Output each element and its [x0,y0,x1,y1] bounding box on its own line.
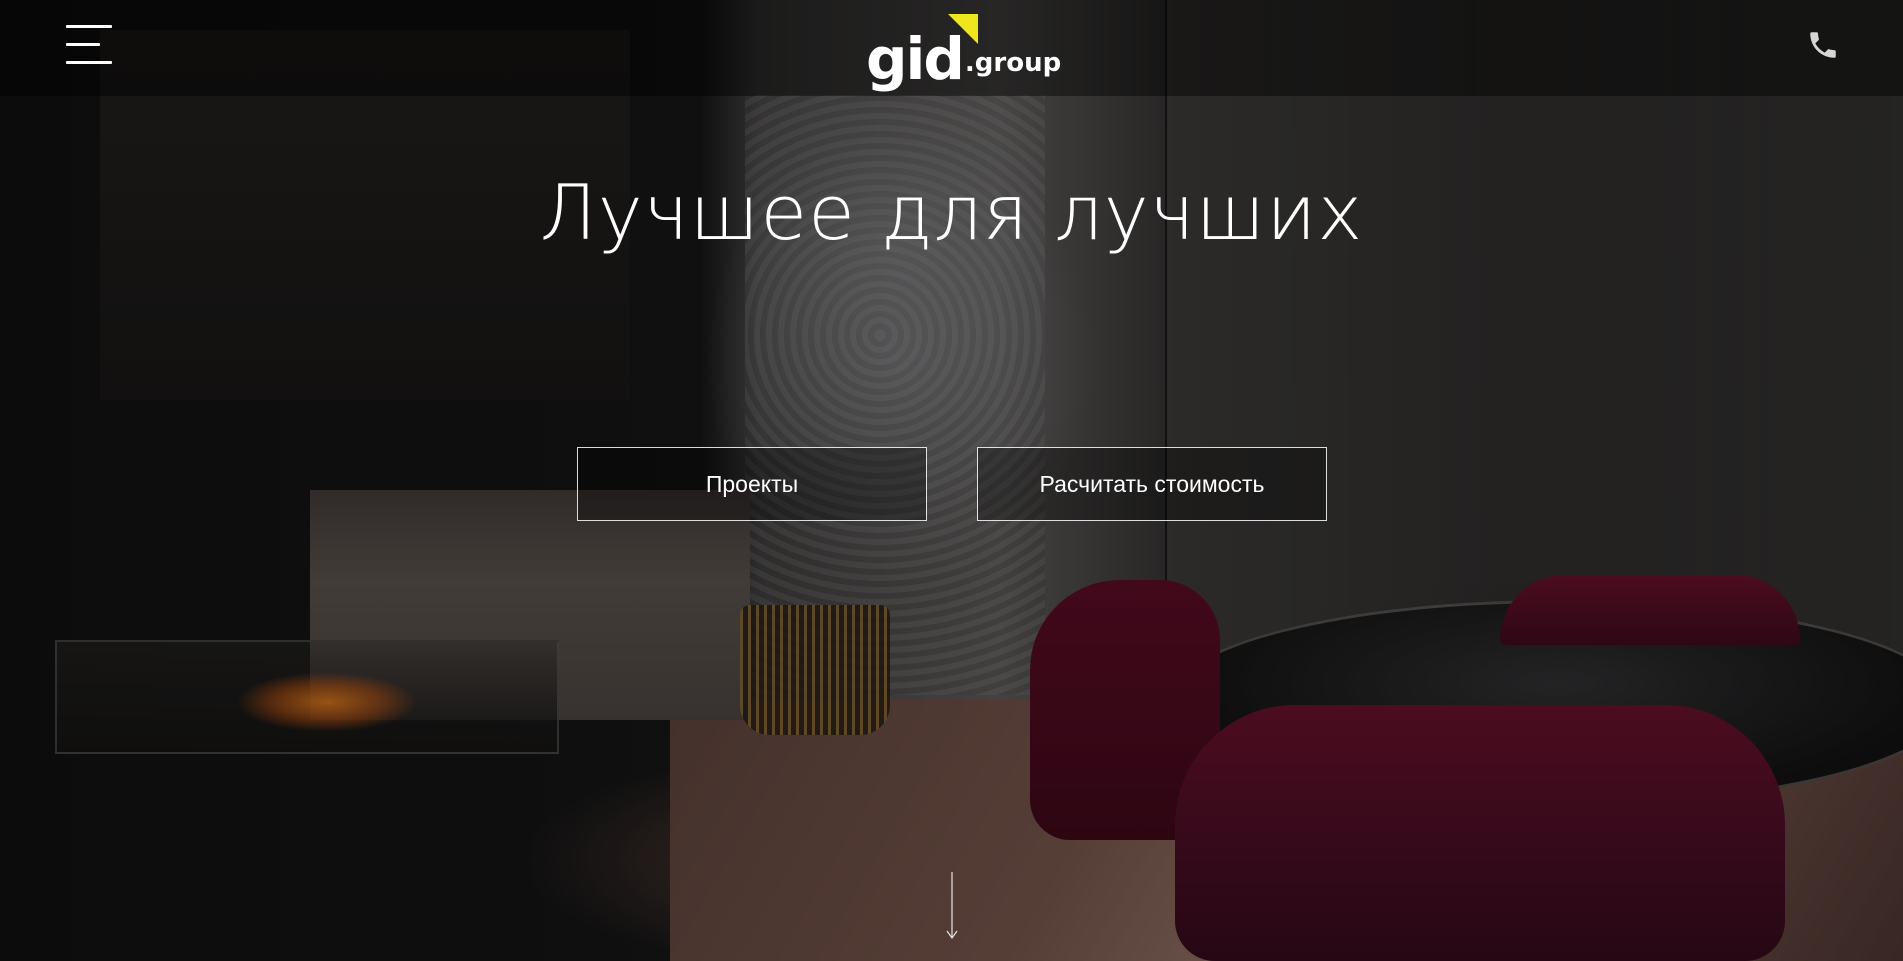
menu-line [66,43,100,46]
menu-line [66,25,112,28]
site-logo[interactable]: gid .group [866,14,1061,94]
hero-section: gid .group Лучшее для лучших Проекты Рас… [0,0,1903,961]
dark-overlay [0,0,1903,961]
phone-icon[interactable] [1806,28,1840,62]
logo-accent-icon [948,14,978,44]
hamburger-menu-icon[interactable] [66,24,112,66]
calculate-cost-button[interactable]: Расчитать стоимость [977,447,1327,521]
phone-icon-svg [1810,32,1836,58]
logo-suffix: .group [964,48,1062,78]
menu-line [66,61,112,64]
hero-title: Лучшее для лучших [539,168,1364,257]
arrow-down-icon[interactable] [944,872,960,940]
arrow-down-icon-svg [946,872,958,940]
projects-button[interactable]: Проекты [577,447,927,521]
